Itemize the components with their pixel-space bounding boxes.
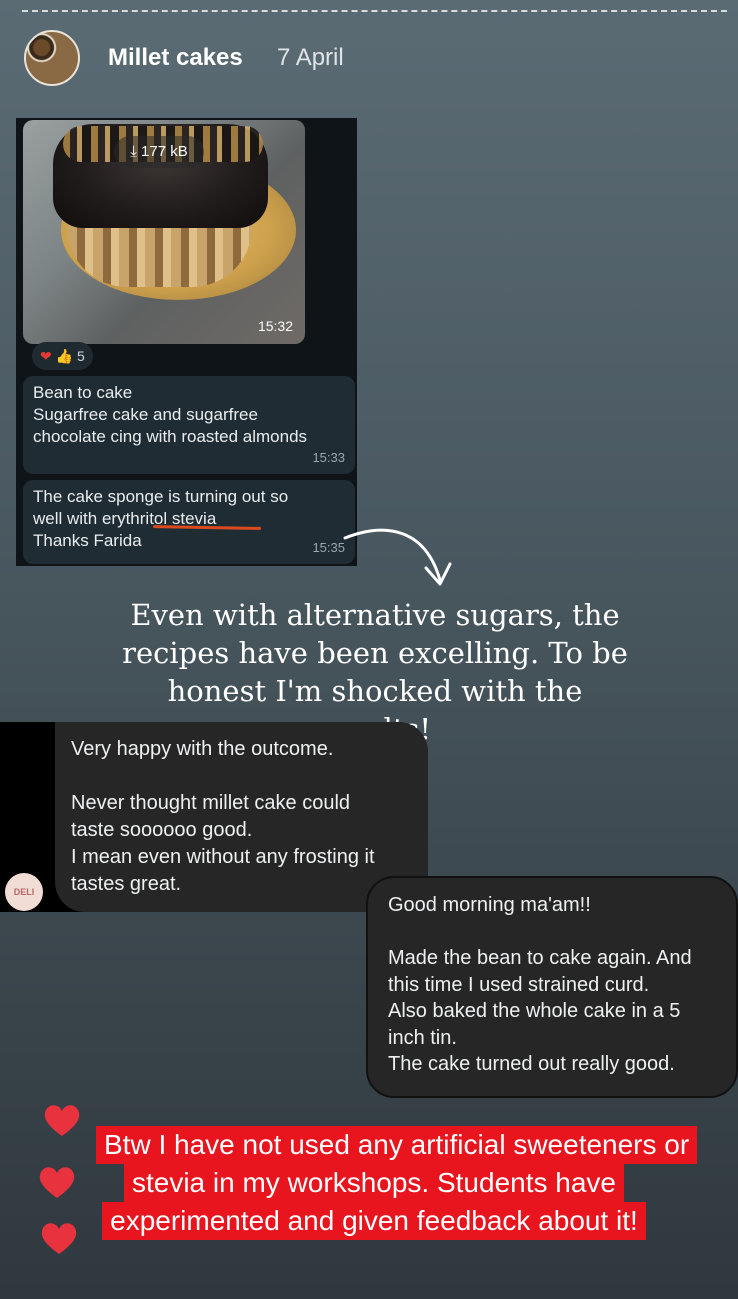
- download-icon: ⤓: [130, 143, 137, 160]
- chat-message: Bean to cake Sugarfree cake and sugarfre…: [23, 376, 355, 474]
- message-text: Bean to cake Sugarfree cake and sugarfre…: [33, 383, 308, 446]
- heart-sticker-icon: [39, 1167, 75, 1198]
- chat-screenshot: ⤓ 177 kB 15:32 ❤ 👍 5 Bean to cake Sugarf…: [16, 118, 357, 566]
- post-date: 7 April: [277, 44, 344, 71]
- message-time: 15:33: [312, 450, 345, 465]
- chat-message: The cake sponge is turning out so well w…: [23, 480, 355, 564]
- sender-avatar: DELI: [5, 873, 43, 911]
- story-progress-bar: [22, 10, 727, 12]
- cake-photo[interactable]: ⤓ 177 kB 15:32: [23, 120, 305, 344]
- note-line: experimented and given feedback about it…: [102, 1202, 646, 1240]
- message-text: The cake sponge is turning out so well w…: [33, 487, 289, 550]
- note-line: stevia in my workshops. Students have: [123, 1164, 624, 1202]
- heart-sticker-icon: [44, 1105, 80, 1136]
- photo-time: 15:32: [257, 318, 293, 334]
- reaction-count: 5: [76, 348, 85, 364]
- group-avatar: [24, 30, 80, 86]
- highlight-note: Btw I have not used any artificial sweet…: [96, 1126, 698, 1258]
- thumbs-up-icon: 👍: [55, 348, 74, 364]
- group-header[interactable]: Millet cakes 7 April: [24, 30, 424, 88]
- attachment-size: 177 kB: [141, 143, 188, 160]
- curved-arrow-icon: [343, 528, 452, 586]
- review-message-left: Very happy with the outcome. Never thoug…: [0, 722, 428, 912]
- group-name: Millet cakes: [108, 44, 243, 71]
- note-line: Btw I have not used any artificial sweet…: [96, 1126, 698, 1164]
- reaction-badge[interactable]: ❤ 👍 5: [32, 342, 93, 370]
- download-button[interactable]: ⤓ 177 kB: [114, 136, 204, 168]
- review-text: Very happy with the outcome. Never thoug…: [71, 738, 375, 895]
- heart-reaction-icon: ❤: [40, 348, 52, 364]
- review-text: Good morning ma'am!! Made the bean to ca…: [388, 894, 692, 1075]
- review-message-right: Good morning ma'am!! Made the bean to ca…: [366, 876, 738, 1098]
- heart-sticker-icon: [41, 1223, 77, 1254]
